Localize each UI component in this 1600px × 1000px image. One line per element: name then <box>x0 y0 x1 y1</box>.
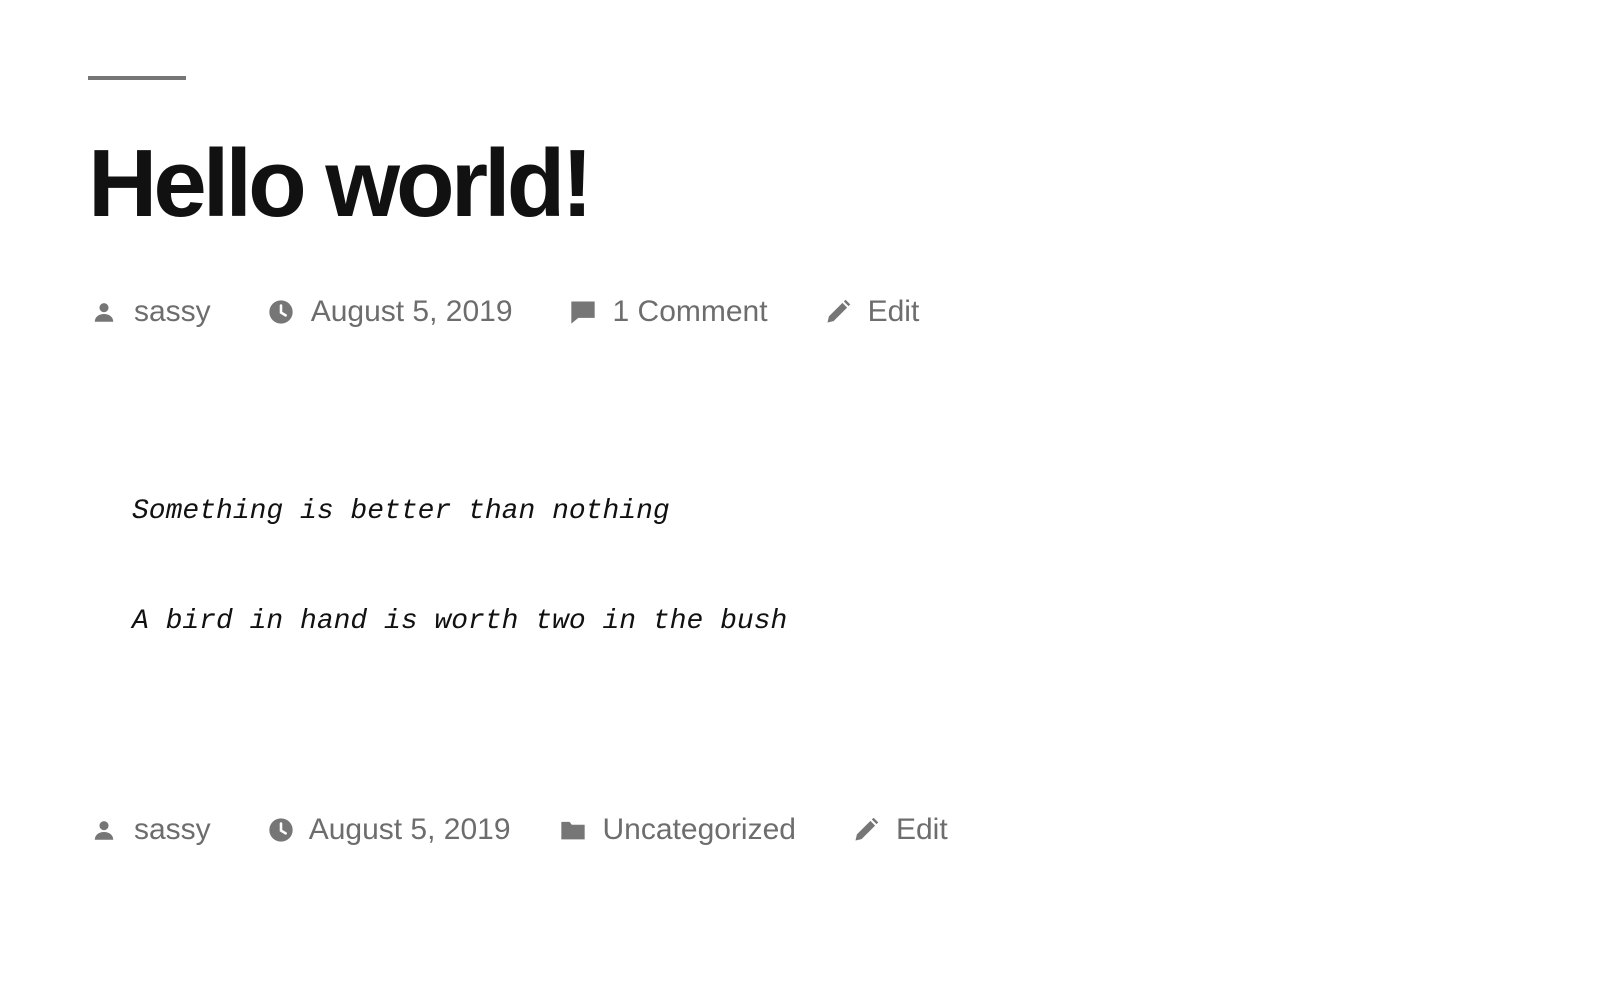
category-name: Uncategorized <box>602 813 796 846</box>
clock-icon <box>265 296 297 328</box>
folder-icon <box>557 814 589 846</box>
comments-count: 1 Comment <box>612 295 768 328</box>
edit-label: Edit <box>867 295 920 328</box>
clock-icon <box>265 814 297 846</box>
body-line-1: Something is better than nothing <box>132 496 670 527</box>
author-name: sassy <box>134 813 211 846</box>
post-meta-bottom: sassy August 5, 2019 Uncategorized Edit <box>88 810 1002 850</box>
post-title[interactable]: Hello world! <box>88 126 593 242</box>
author-link[interactable]: sassy <box>88 810 211 850</box>
comments-link[interactable]: 1 Comment <box>567 292 768 332</box>
edit-link[interactable]: Edit <box>850 810 948 850</box>
edit-label: Edit <box>895 813 948 846</box>
author-link[interactable]: sassy <box>88 292 211 332</box>
author-name: sassy <box>134 295 211 328</box>
pencil-icon <box>850 814 882 846</box>
pencil-icon <box>822 296 854 328</box>
post-meta-top: sassy August 5, 2019 1 Comment Edit <box>88 292 973 332</box>
post-date: August 5, 2019 <box>308 813 511 846</box>
post-date-link[interactable]: August 5, 2019 <box>265 292 513 332</box>
edit-link[interactable]: Edit <box>822 292 920 332</box>
category-link[interactable]: Uncategorized <box>557 810 796 850</box>
user-icon <box>88 814 120 846</box>
post-date: August 5, 2019 <box>310 295 513 328</box>
post-date-link[interactable]: August 5, 2019 <box>265 810 511 850</box>
comment-icon <box>567 296 599 328</box>
post-page: Hello world! sassy August 5, 2019 1 Comm… <box>0 0 1600 1000</box>
body-line-2: A bird in hand is worth two in the bush <box>132 606 788 637</box>
title-divider <box>88 76 186 80</box>
user-icon <box>88 296 120 328</box>
